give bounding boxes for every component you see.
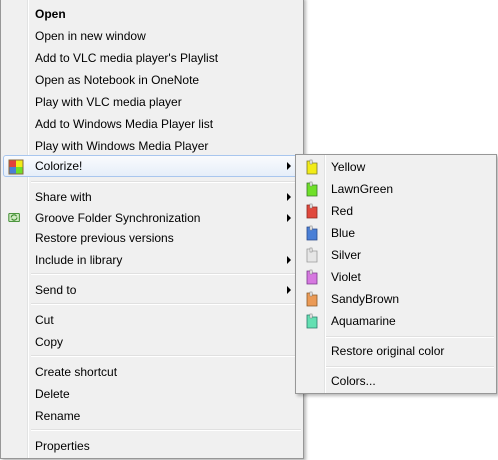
menu-separator bbox=[31, 303, 301, 305]
menu-separator bbox=[326, 336, 494, 338]
menu-item-label: Restore original color bbox=[331, 344, 445, 358]
menu-item-label: Colors... bbox=[331, 374, 376, 388]
menu-item-restore-versions[interactable]: Restore previous versions bbox=[3, 227, 301, 249]
menu-item-label: Red bbox=[331, 204, 354, 218]
menu-item-label: Send to bbox=[35, 283, 77, 297]
menu-item-label: Play with VLC media player bbox=[35, 95, 182, 109]
color-item-sandybrown[interactable]: SandyBrown bbox=[298, 288, 494, 310]
yellow-folder-icon bbox=[306, 159, 318, 175]
menu-item-open-new-window[interactable]: Open in new window bbox=[3, 25, 301, 47]
violet-folder-icon bbox=[306, 269, 318, 285]
menu-item-label: Play with Windows Media Player bbox=[35, 139, 209, 153]
submenu-arrow-icon bbox=[287, 286, 291, 294]
menu-item-label: Rename bbox=[35, 409, 81, 423]
submenu-arrow-icon bbox=[287, 162, 291, 170]
menu-item-label: Colorize! bbox=[35, 159, 83, 173]
color-item-yellow[interactable]: Yellow bbox=[298, 156, 494, 178]
colorize-submenu: Yellow LawnGreen Red Blue Silver Violet … bbox=[295, 154, 497, 394]
menu-item-cut[interactable]: Cut bbox=[3, 309, 301, 331]
menu-item-colors-more[interactable]: Colors... bbox=[298, 370, 494, 392]
menu-item-label: Aquamarine bbox=[331, 314, 396, 328]
menu-item-label: Yellow bbox=[331, 160, 366, 174]
menu-separator bbox=[326, 366, 494, 368]
menu-item-delete[interactable]: Delete bbox=[3, 383, 301, 405]
menu-item-groove-sync[interactable]: Groove Folder Synchronization bbox=[3, 207, 301, 229]
color-item-aquamarine[interactable]: Aquamarine bbox=[298, 310, 494, 332]
menu-item-add-wmp-list[interactable]: Add to Windows Media Player list bbox=[3, 113, 301, 135]
menu-item-label: Include in library bbox=[35, 253, 123, 267]
menu-item-label: Cut bbox=[35, 313, 54, 327]
menu-item-label: Open in new window bbox=[35, 29, 146, 43]
menu-item-label: Copy bbox=[35, 335, 64, 349]
menu-item-label: Silver bbox=[331, 248, 362, 262]
menu-item-rename[interactable]: Rename bbox=[3, 405, 301, 427]
menu-item-add-vlc-playlist[interactable]: Add to VLC media player's Playlist bbox=[3, 47, 301, 69]
menu-item-label: Share with bbox=[35, 190, 92, 204]
lawngreen-folder-icon bbox=[306, 181, 318, 197]
groove-sync-icon bbox=[8, 212, 20, 223]
menu-item-label: SandyBrown bbox=[331, 292, 400, 306]
menu-item-play-vlc[interactable]: Play with VLC media player bbox=[3, 91, 301, 113]
submenu-arrow-icon bbox=[287, 214, 291, 222]
color-item-silver[interactable]: Silver bbox=[298, 244, 494, 266]
red-folder-icon bbox=[306, 203, 318, 219]
context-menu: Open Open in new window Add to VLC media… bbox=[0, 0, 304, 459]
blue-folder-icon bbox=[306, 225, 318, 241]
sandybrown-folder-icon bbox=[306, 291, 318, 307]
menu-item-open[interactable]: Open bbox=[3, 3, 301, 25]
menu-item-label: Blue bbox=[331, 226, 356, 240]
submenu-arrow-icon bbox=[287, 256, 291, 264]
menu-item-label: Groove Folder Synchronization bbox=[35, 211, 201, 225]
menu-item-label: Open as Notebook in OneNote bbox=[35, 73, 200, 87]
silver-folder-icon bbox=[306, 247, 318, 263]
menu-item-label: Properties bbox=[35, 439, 90, 453]
menu-item-include-library[interactable]: Include in library bbox=[3, 249, 301, 271]
menu-item-properties[interactable]: Properties bbox=[3, 435, 301, 457]
color-item-lawngreen[interactable]: LawnGreen bbox=[298, 178, 494, 200]
menu-item-label: Restore previous versions bbox=[35, 231, 174, 245]
menu-item-open-onenote[interactable]: Open as Notebook in OneNote bbox=[3, 69, 301, 91]
menu-separator bbox=[31, 355, 301, 357]
menu-item-copy[interactable]: Copy bbox=[3, 331, 301, 353]
menu-item-send-to[interactable]: Send to bbox=[3, 279, 301, 301]
menu-item-restore-original-color[interactable]: Restore original color bbox=[298, 340, 494, 362]
menu-item-label: Open bbox=[35, 7, 66, 21]
menu-item-label: Delete bbox=[35, 387, 70, 401]
menu-item-label: Violet bbox=[331, 270, 361, 284]
menu-item-label: Create shortcut bbox=[35, 365, 118, 379]
menu-item-label: Add to Windows Media Player list bbox=[35, 117, 214, 131]
menu-item-colorize[interactable]: Colorize! bbox=[3, 155, 301, 177]
menu-item-create-shortcut[interactable]: Create shortcut bbox=[3, 361, 301, 383]
menu-item-label: LawnGreen bbox=[331, 182, 394, 196]
submenu-arrow-icon bbox=[287, 193, 291, 201]
aquamarine-folder-icon bbox=[306, 313, 318, 329]
color-item-violet[interactable]: Violet bbox=[298, 266, 494, 288]
colorize-icon bbox=[8, 159, 24, 175]
menu-separator bbox=[31, 181, 301, 183]
color-item-blue[interactable]: Blue bbox=[298, 222, 494, 244]
menu-item-share-with[interactable]: Share with bbox=[3, 186, 301, 208]
menu-item-label: Add to VLC media player's Playlist bbox=[35, 51, 219, 65]
menu-separator bbox=[31, 273, 301, 275]
menu-item-play-wmp[interactable]: Play with Windows Media Player bbox=[3, 135, 301, 157]
menu-separator bbox=[31, 429, 301, 431]
color-item-red[interactable]: Red bbox=[298, 200, 494, 222]
